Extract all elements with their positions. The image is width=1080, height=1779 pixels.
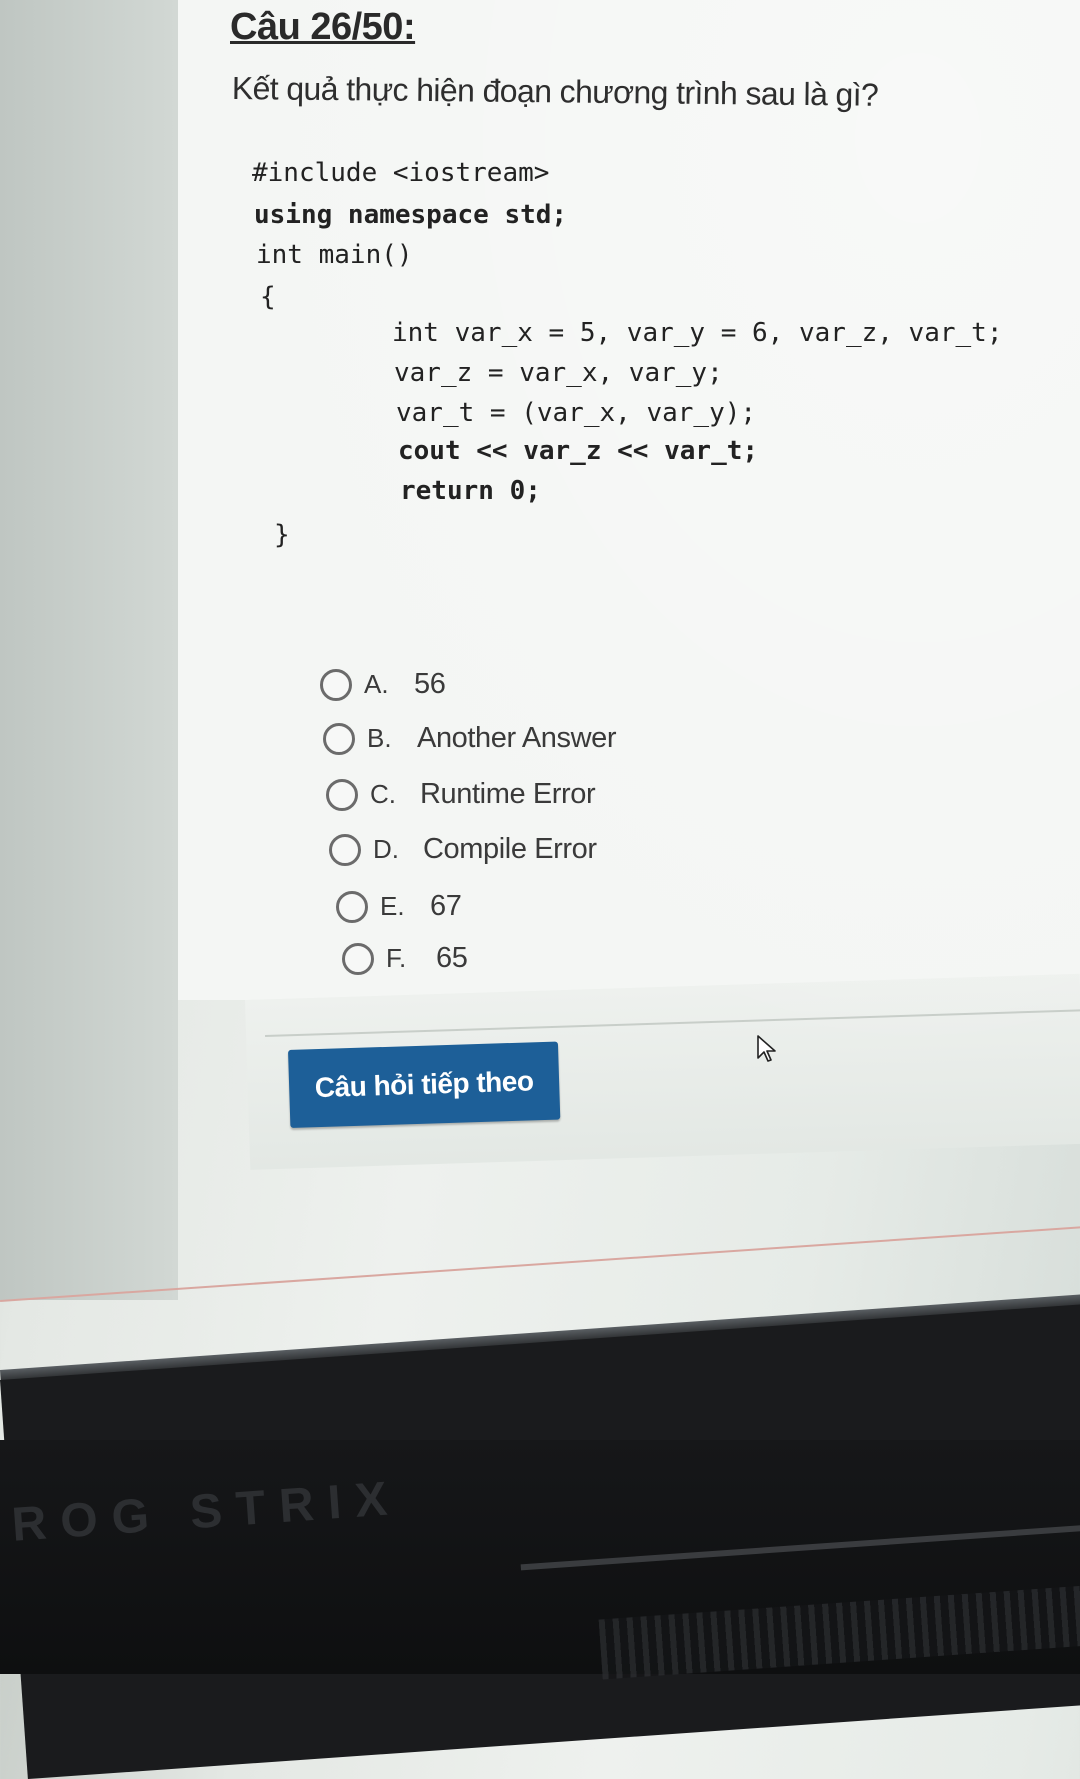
- answer-option-a[interactable]: A. 56: [320, 668, 446, 701]
- radio-button-d[interactable]: [329, 833, 361, 866]
- code-line-main: int main(): [256, 240, 413, 270]
- code-line-include: #include <iostream>: [252, 158, 550, 188]
- answer-option-c[interactable]: C. Runtime Error: [326, 778, 596, 811]
- answer-text: 65: [436, 942, 468, 974]
- question-card: [178, 0, 1080, 1000]
- answer-option-b[interactable]: B. Another Answer: [323, 722, 617, 755]
- left-panel: [0, 0, 178, 1300]
- code-line-using: using namespace std;: [254, 200, 568, 230]
- answer-text: Compile Error: [423, 833, 597, 865]
- mouse-cursor-icon: [757, 1035, 776, 1062]
- next-question-button[interactable]: Câu hỏi tiếp theo: [288, 1041, 561, 1128]
- answer-letter: C.: [370, 779, 396, 809]
- question-number: Câu 26/50:: [230, 6, 416, 48]
- answer-option-d[interactable]: D. Compile Error: [329, 833, 597, 866]
- code-line-return: return 0;: [400, 476, 541, 506]
- answer-letter: B.: [367, 723, 392, 753]
- question-prompt: Kết quả thực hiện đoạn chương trình sau …: [231, 70, 879, 113]
- answer-text: 56: [414, 668, 446, 700]
- answer-option-f[interactable]: F. 65: [342, 942, 468, 975]
- radio-button-b[interactable]: [323, 722, 355, 755]
- code-line-declare: int var_x = 5, var_y = 6, var_z, var_t;: [392, 318, 1003, 348]
- answer-letter: A.: [364, 669, 389, 699]
- radio-button-e[interactable]: [336, 890, 368, 923]
- radio-button-f[interactable]: [342, 942, 374, 975]
- answer-option-e[interactable]: E. 67: [336, 890, 462, 923]
- answer-text: Another Answer: [417, 722, 617, 754]
- radio-button-a[interactable]: [320, 668, 352, 701]
- code-line-cout: cout << var_z << var_t;: [398, 436, 759, 466]
- radio-button-c[interactable]: [326, 778, 358, 811]
- answer-letter: D.: [373, 834, 399, 864]
- code-line-assign-t: var_t = (var_x, var_y);: [396, 398, 757, 428]
- answer-text: Runtime Error: [420, 778, 596, 810]
- code-line-open-brace: {: [260, 282, 276, 312]
- code-line-close-brace: }: [274, 520, 290, 550]
- answer-letter: F.: [386, 943, 407, 973]
- code-line-assign-z: var_z = var_x, var_y;: [394, 358, 723, 388]
- answer-letter: E.: [380, 891, 405, 921]
- answer-text: 67: [430, 890, 462, 922]
